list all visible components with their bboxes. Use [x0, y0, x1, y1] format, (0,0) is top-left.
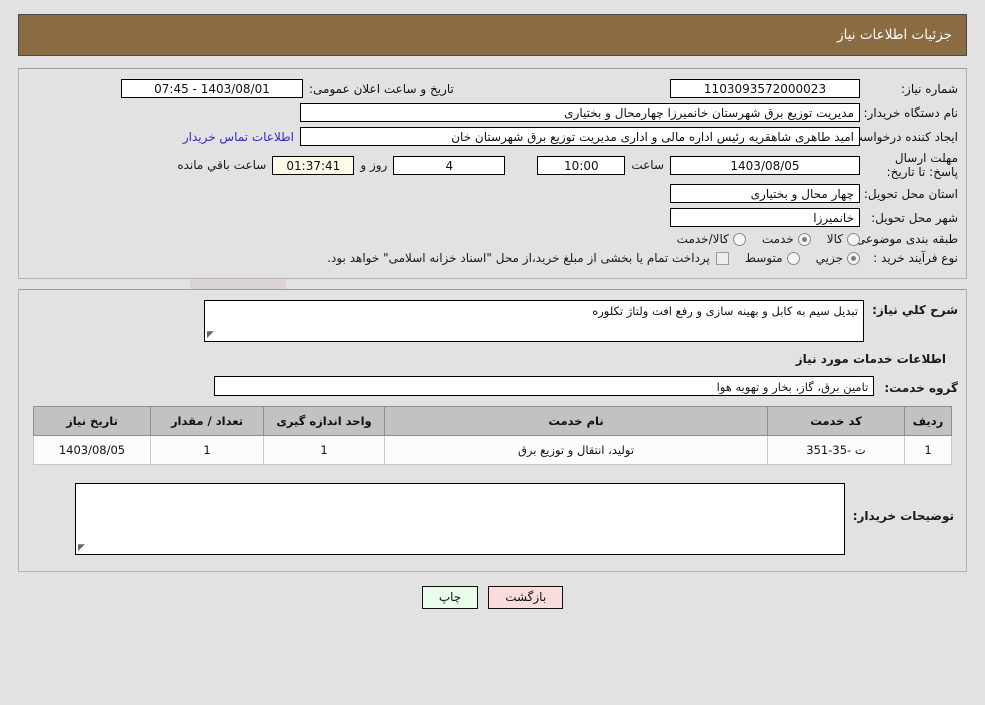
buyer-contact-link[interactable]: اطلاعات تماس خریدار — [183, 130, 294, 144]
province-value: چهار محال و بختیاری — [670, 184, 860, 203]
cell-quantity: 1 — [150, 435, 264, 465]
need-number-label: شماره نیاز: — [901, 81, 958, 96]
th-quantity: تعداد / مقدار — [150, 406, 264, 436]
row-need-number: شماره نیاز: 1103093572000023 تاریخ و ساع… — [27, 79, 958, 98]
row-buyer-org: نام دستگاه خریدار: مدیریت توزیع برق شهرس… — [27, 103, 958, 122]
buyer-org-label: نام دستگاه خریدار: — [863, 105, 959, 120]
creator-value: امید طاهری شاهقریه رئیس اداره مالی و ادا… — [300, 127, 860, 146]
treasury-checkbox[interactable] — [715, 251, 729, 265]
footer-actions: بازگشت چاپ — [0, 586, 985, 609]
category-option-kala[interactable]: کالا — [817, 232, 860, 246]
print-button[interactable]: چاپ — [421, 586, 479, 609]
remaining-days-label: روز و — [360, 158, 388, 172]
row-creator: ایجاد کننده درخواست: امید طاهری شاهقریه … — [27, 127, 958, 146]
cell-radif: 1 — [904, 435, 952, 465]
table-row: 1 ت -35-351 تولید، انتقال و توزیع برق 1 … — [33, 435, 952, 465]
notes-resize-grip-icon[interactable]: ◥ — [78, 543, 87, 553]
services-table: ردیف کد خدمت نام خدمت واحد اندازه گیری ت… — [33, 406, 952, 465]
cell-service-name: تولید، انتقال و توزیع برق — [384, 435, 768, 465]
city-label: شهر محل تحویل: — [871, 210, 958, 225]
th-unit: واحد اندازه گیری — [263, 406, 385, 436]
row-deadline: مهلت ارسال پاسخ: تا تاریخ: 1403/08/05 سا… — [27, 151, 958, 179]
radio-khedmat-icon[interactable] — [797, 232, 811, 246]
cell-need-date: 1403/08/05 — [33, 435, 151, 465]
back-button[interactable]: بازگشت — [488, 586, 564, 609]
deadline-time-value: 10:00 — [537, 155, 626, 175]
process-option-label-0: جزیي — [815, 251, 843, 265]
buyer-notes-label: توضیحات خریدار: — [852, 509, 954, 523]
buyer-org-value: مدیریت توزیع برق شهرستان خانمیرزا چهارمح… — [300, 103, 860, 122]
page-title: جزئیات اطلاعات نیاز — [837, 27, 952, 43]
resize-grip-icon[interactable]: ◥ — [207, 330, 216, 340]
row-need-description: شرح کلي نیاز: تبدیل سیم به کابل و بهینه … — [27, 300, 958, 342]
th-radif: ردیف — [904, 406, 952, 436]
announce-value: 1403/08/01 - 07:45 — [121, 79, 303, 98]
creator-label: ایجاد کننده درخواست: — [847, 129, 958, 144]
category-option-kala-khedmat[interactable]: کالا/خدمت — [667, 232, 746, 246]
category-label: طبقه بندی موضوعی: — [851, 232, 958, 246]
table-header-row: ردیف کد خدمت نام خدمت واحد اندازه گیری ت… — [33, 406, 952, 436]
province-label: استان محل تحویل: — [863, 186, 958, 201]
radio-kala-icon[interactable] — [847, 232, 860, 246]
need-number-value: 1103093572000023 — [670, 79, 860, 98]
need-description-value: تبدیل سیم به کابل و بهینه سازی و رفع افت… — [592, 304, 859, 318]
page-root: جزئیات اطلاعات نیاز شماره نیاز: 11030935… — [0, 14, 985, 609]
cell-service-code: ت -35-351 — [767, 435, 905, 465]
process-option-label-1: متوسط — [744, 251, 783, 265]
category-option-label-1: خدمت — [761, 232, 794, 246]
process-option-jozi[interactable]: جزیي — [806, 251, 860, 265]
service-group-label: گروه خدمت: — [884, 380, 958, 395]
radio-jozi-icon[interactable] — [847, 251, 860, 265]
category-option-label-0: کالا — [826, 232, 843, 246]
process-label: نوع فرآیند خرید : — [873, 251, 958, 265]
buyer-notes-textarea[interactable]: ◥ — [74, 483, 845, 555]
services-section-heading: اطلاعات خدمات مورد نیاز — [795, 352, 946, 366]
category-option-label-2: کالا/خدمت — [676, 232, 729, 246]
remaining-countdown-value: 01:37:41 — [272, 155, 355, 175]
row-city: شهر محل تحویل: خانمیرزا — [27, 208, 958, 227]
need-description-label: شرح کلي نیاز: — [872, 303, 958, 317]
process-option-motavaset[interactable]: متوسط — [735, 251, 800, 265]
need-description-textarea[interactable]: تبدیل سیم به کابل و بهینه سازی و رفع افت… — [204, 300, 865, 342]
row-purchase-process: نوع فرآیند خرید : جزیي متوسط پرداخت تمام… — [27, 251, 958, 265]
city-value: خانمیرزا — [670, 208, 860, 227]
deadline-date-value: 1403/08/05 — [670, 155, 860, 175]
row-province: استان محل تحویل: چهار محال و بختیاری — [27, 184, 958, 203]
th-need-date: تاریخ نیاز — [33, 406, 151, 436]
page-header: جزئیات اطلاعات نیاز — [18, 14, 967, 56]
need-info-panel: شماره نیاز: 1103093572000023 تاریخ و ساع… — [18, 68, 967, 279]
remaining-days-value: 4 — [393, 155, 506, 175]
row-category: طبقه بندی موضوعی: کالا خدمت کالا/خدمت — [27, 232, 958, 246]
service-group-value: تامین برق، گاز، بخار و تهویه هوا — [214, 376, 875, 396]
announce-label: تاریخ و ساعت اعلان عمومی: — [309, 81, 454, 96]
th-service-code: کد خدمت — [767, 406, 905, 436]
deadline-time-label: ساعت — [631, 158, 664, 172]
category-option-khedmat[interactable]: خدمت — [752, 232, 811, 246]
row-buyer-notes: توضیحات خریدار: ◥ — [27, 479, 958, 561]
cell-unit: 1 — [263, 435, 385, 465]
radio-motavaset-icon[interactable] — [786, 251, 800, 265]
row-service-group: گروه خدمت: تامین برق، گاز، بخار و تهویه … — [27, 376, 958, 396]
remaining-suffix-label: ساعت باقي مانده — [177, 158, 267, 172]
th-service-name: نام خدمت — [384, 406, 768, 436]
deadline-label: مهلت ارسال پاسخ: تا تاریخ: — [886, 151, 958, 179]
need-details-panel: شرح کلي نیاز: تبدیل سیم به کابل و بهینه … — [18, 289, 967, 572]
radio-kala-khedmat-icon[interactable] — [732, 232, 746, 246]
treasury-note-label: پرداخت تمام یا بخشی از مبلغ خرید،از محل … — [327, 251, 710, 265]
